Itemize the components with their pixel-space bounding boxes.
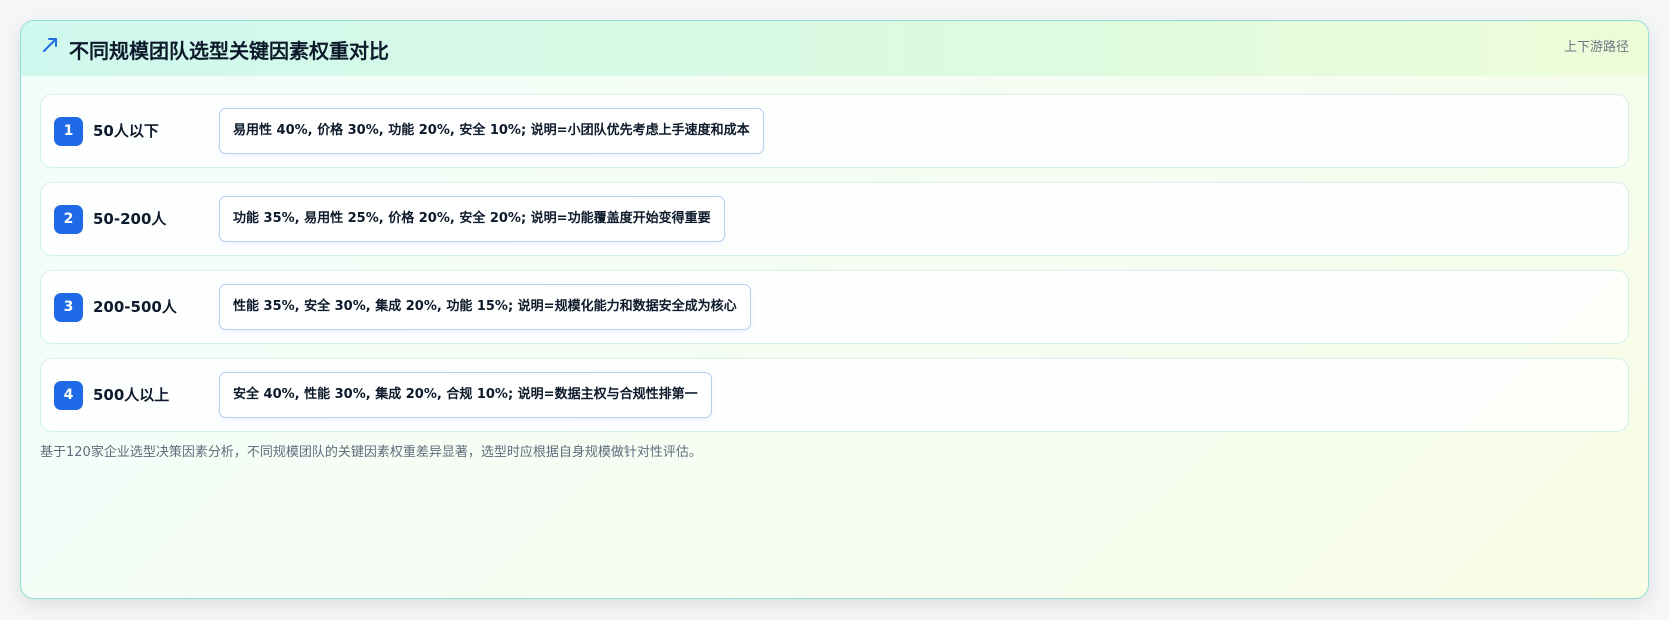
analysis-footnote: 基于120家企业选型决策因素分析，不同规模团队的关键因素权重差异显著，选型时应根…	[40, 445, 702, 460]
factor-weights-box: 易用性 40%, 价格 30%, 功能 20%, 安全 10%; 说明=小团队优…	[219, 108, 764, 154]
factor-weights-box: 性能 35%, 安全 30%, 集成 20%, 功能 15%; 说明=规模化能力…	[219, 284, 751, 330]
trend-up-arrow-icon	[41, 35, 61, 55]
row-index-badge: 1	[54, 117, 83, 146]
upstream-downstream-path-link[interactable]: 上下游路径	[1564, 36, 1629, 55]
team-size-row-2: 2 50-200人 功能 35%, 易用性 25%, 价格 20%, 安全 20…	[40, 182, 1629, 256]
team-size-row-3: 3 200-500人 性能 35%, 安全 30%, 集成 20%, 功能 15…	[40, 270, 1629, 344]
team-size-label: 500人以上	[93, 386, 170, 404]
team-size-list: 1 50人以下 易用性 40%, 价格 30%, 功能 20%, 安全 10%;…	[40, 94, 1629, 446]
factor-weights-box: 功能 35%, 易用性 25%, 价格 20%, 安全 20%; 说明=功能覆盖…	[219, 196, 725, 242]
row-index-badge: 4	[54, 381, 83, 410]
team-size-label: 50-200人	[93, 210, 167, 228]
row-index-badge: 3	[54, 293, 83, 322]
team-size-row-4: 4 500人以上 安全 40%, 性能 30%, 集成 20%, 合规 10%;…	[40, 358, 1629, 432]
row-index-badge: 2	[54, 205, 83, 234]
team-size-label: 200-500人	[93, 298, 177, 316]
factor-weights-box: 安全 40%, 性能 30%, 集成 20%, 合规 10%; 说明=数据主权与…	[219, 372, 712, 418]
card-header: 不同规模团队选型关键因素权重对比 上下游路径	[21, 21, 1648, 76]
team-size-row-1: 1 50人以下 易用性 40%, 价格 30%, 功能 20%, 安全 10%;…	[40, 94, 1629, 168]
team-size-label: 50人以下	[93, 122, 159, 140]
card-title: 不同规模团队选型关键因素权重对比	[69, 39, 389, 63]
comparison-card: 不同规模团队选型关键因素权重对比 上下游路径 1 50人以下 易用性 40%, …	[20, 20, 1649, 599]
